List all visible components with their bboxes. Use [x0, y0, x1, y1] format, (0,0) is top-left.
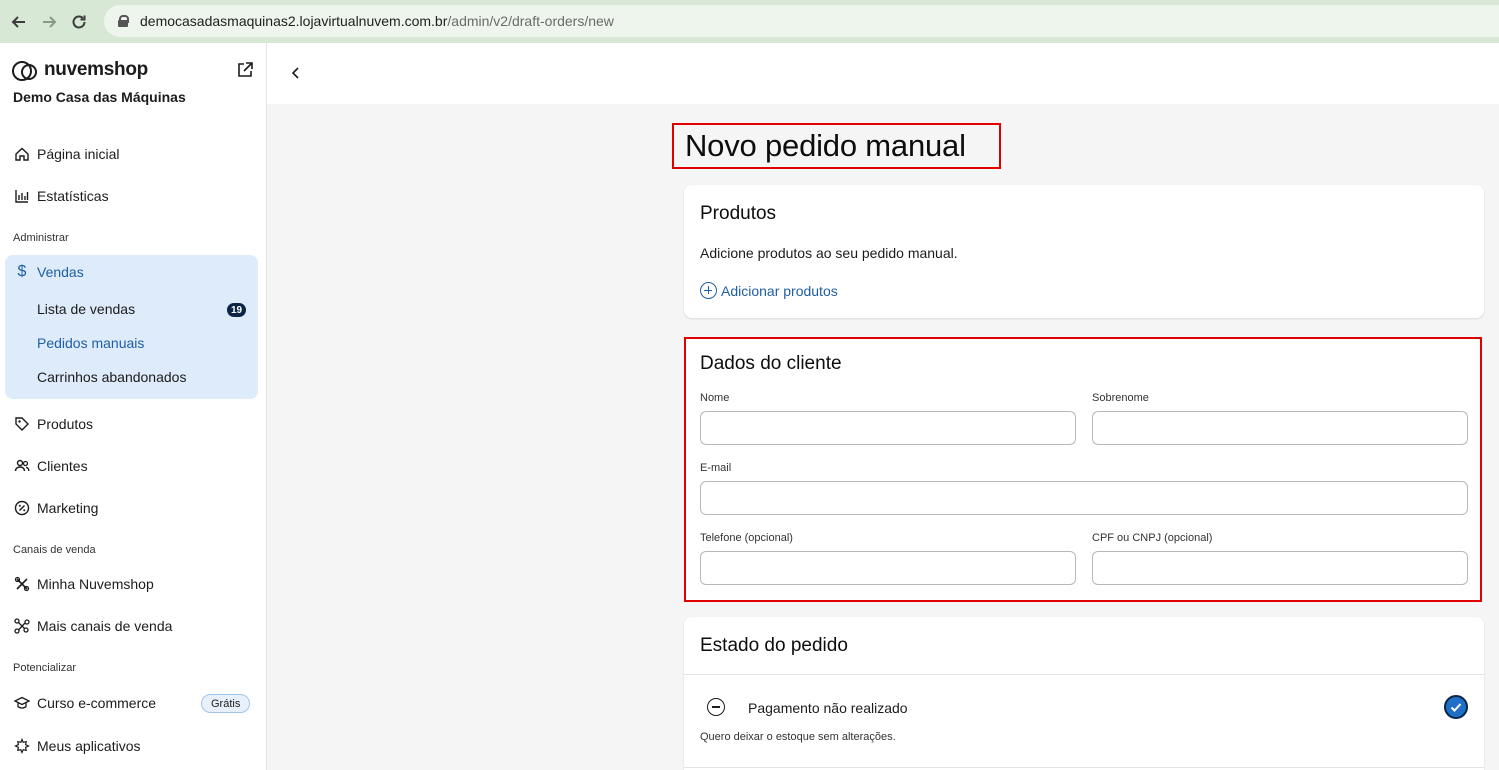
brand-name: nuvemshop: [44, 59, 148, 80]
home-icon: [13, 145, 31, 163]
order-status-heading: Estado do pedido: [700, 635, 848, 656]
first-name-label: Nome: [700, 392, 730, 404]
section-label-canais: Canais de venda: [13, 544, 96, 556]
email-input[interactable]: [700, 481, 1468, 515]
sidebar-item-label: Meus aplicativos: [37, 738, 141, 754]
network-icon: [13, 617, 31, 635]
phone-input[interactable]: [700, 551, 1076, 585]
dollar-icon: $: [17, 263, 27, 280]
products-description: Adicione produtos ao seu pedido manual.: [700, 245, 958, 261]
bar-chart-icon: [13, 187, 31, 205]
browser-reload-icon[interactable]: [64, 7, 94, 37]
chevron-left-icon[interactable]: [289, 63, 301, 83]
sidebar-item-stats[interactable]: Estatísticas: [13, 186, 109, 206]
products-heading: Produtos: [700, 203, 777, 224]
url-host: democasadasmaquinas2.lojavirtualnuvem.co…: [140, 13, 448, 29]
url-path: /admin/v2/draft-orders/new: [447, 13, 614, 29]
sidebar-subitem-carrinhos[interactable]: Carrinhos abandonados: [37, 369, 186, 385]
sidebar-item-label: Página inicial: [37, 146, 120, 162]
add-products-link[interactable]: Adicionar produtos: [700, 282, 838, 299]
graduation-cap-icon: [13, 694, 31, 712]
customer-card: Dados do cliente Nome Sobrenome E-mail T…: [684, 337, 1482, 602]
cpf-cnpj-input[interactable]: [1092, 551, 1468, 585]
add-products-label: Adicionar produtos: [721, 282, 838, 299]
sidebar-item-home[interactable]: Página inicial: [13, 144, 120, 164]
last-name-input[interactable]: [1092, 411, 1468, 445]
page-title: Novo pedido manual: [672, 123, 1001, 169]
divider: [684, 674, 1484, 675]
sidebar-item-label: Produtos: [37, 416, 94, 432]
sidebar-subitem-lista-vendas[interactable]: Lista de vendas: [37, 301, 135, 317]
customer-heading: Dados do cliente: [700, 353, 842, 374]
sidebar-item-minha-nuvemshop[interactable]: Minha Nuvemshop: [13, 574, 154, 594]
browser-back-icon[interactable]: [4, 7, 34, 37]
sidebar: nuvemshop Demo Casa das Máquinas Página …: [0, 43, 267, 770]
sidebar-item-marketing[interactable]: Marketing: [13, 498, 98, 518]
store-name: Demo Casa das Máquinas: [13, 89, 186, 105]
browser-toolbar: democasadasmaquinas2.lojavirtualnuvem.co…: [0, 0, 1499, 43]
sidebar-subitem-pedidos-manuais[interactable]: Pedidos manuais: [37, 335, 144, 351]
sidebar-item-label: Estatísticas: [37, 188, 109, 204]
address-bar[interactable]: democasadasmaquinas2.lojavirtualnuvem.co…: [104, 5, 1499, 37]
sidebar-item-vendas[interactable]: $ Vendas: [13, 263, 84, 281]
sidebar-item-curso[interactable]: Curso e-commerce: [13, 693, 156, 713]
sidebar-item-clientes[interactable]: Clientes: [13, 456, 88, 476]
external-link-icon[interactable]: [236, 61, 254, 79]
sidebar-group-vendas: $ Vendas Lista de vendas 19 Pedidos manu…: [5, 255, 258, 399]
tools-icon: [13, 575, 31, 593]
email-label: E-mail: [700, 462, 732, 474]
sidebar-item-label: Curso e-commerce: [37, 695, 157, 711]
payment-status-text: Pagamento não realizado: [748, 700, 908, 716]
section-label-admin: Administrar: [13, 232, 69, 244]
percent-icon: [13, 499, 31, 517]
last-name-label: Sobrenome: [1092, 392, 1149, 404]
products-card: Produtos Adicione produtos ao seu pedido…: [684, 185, 1484, 318]
stock-note: Quero deixar o estoque sem alterações.: [700, 731, 896, 743]
lock-icon: [118, 15, 129, 27]
users-icon: [13, 457, 31, 475]
tag-icon: [13, 415, 31, 433]
sidebar-item-label: Mais canais de venda: [37, 618, 173, 634]
sidebar-item-label: Minha Nuvemshop: [37, 576, 154, 592]
sidebar-item-label: Marketing: [37, 500, 99, 516]
check-circle-icon[interactable]: [1444, 695, 1468, 719]
sidebar-item-label: Clientes: [37, 458, 88, 474]
minus-circle-icon: [707, 698, 725, 716]
phone-label: Telefone (opcional): [700, 532, 793, 544]
sales-count-badge: 19: [227, 303, 246, 317]
free-badge: Grátis: [201, 694, 251, 713]
main-topbar: [267, 43, 1499, 104]
apps-icon: [13, 737, 31, 755]
browser-forward-icon[interactable]: [34, 7, 64, 37]
cpf-cnpj-label: CPF ou CNPJ (opcional): [1092, 532, 1213, 544]
sidebar-item-mais-canais[interactable]: Mais canais de venda: [13, 616, 172, 636]
section-label-potencializar: Potencializar: [13, 662, 76, 674]
sidebar-item-produtos[interactable]: Produtos: [13, 414, 93, 434]
brand-logo[interactable]: nuvemshop: [12, 59, 148, 81]
plus-circle-icon: [700, 282, 717, 299]
first-name-input[interactable]: [700, 411, 1076, 445]
sidebar-item-label: Vendas: [37, 264, 84, 280]
nuvemshop-logo-icon: [12, 61, 40, 81]
order-status-card: Estado do pedido Pagamento não realizado…: [684, 617, 1484, 770]
sidebar-item-aplicativos[interactable]: Meus aplicativos: [13, 736, 141, 756]
divider: [684, 767, 1484, 768]
